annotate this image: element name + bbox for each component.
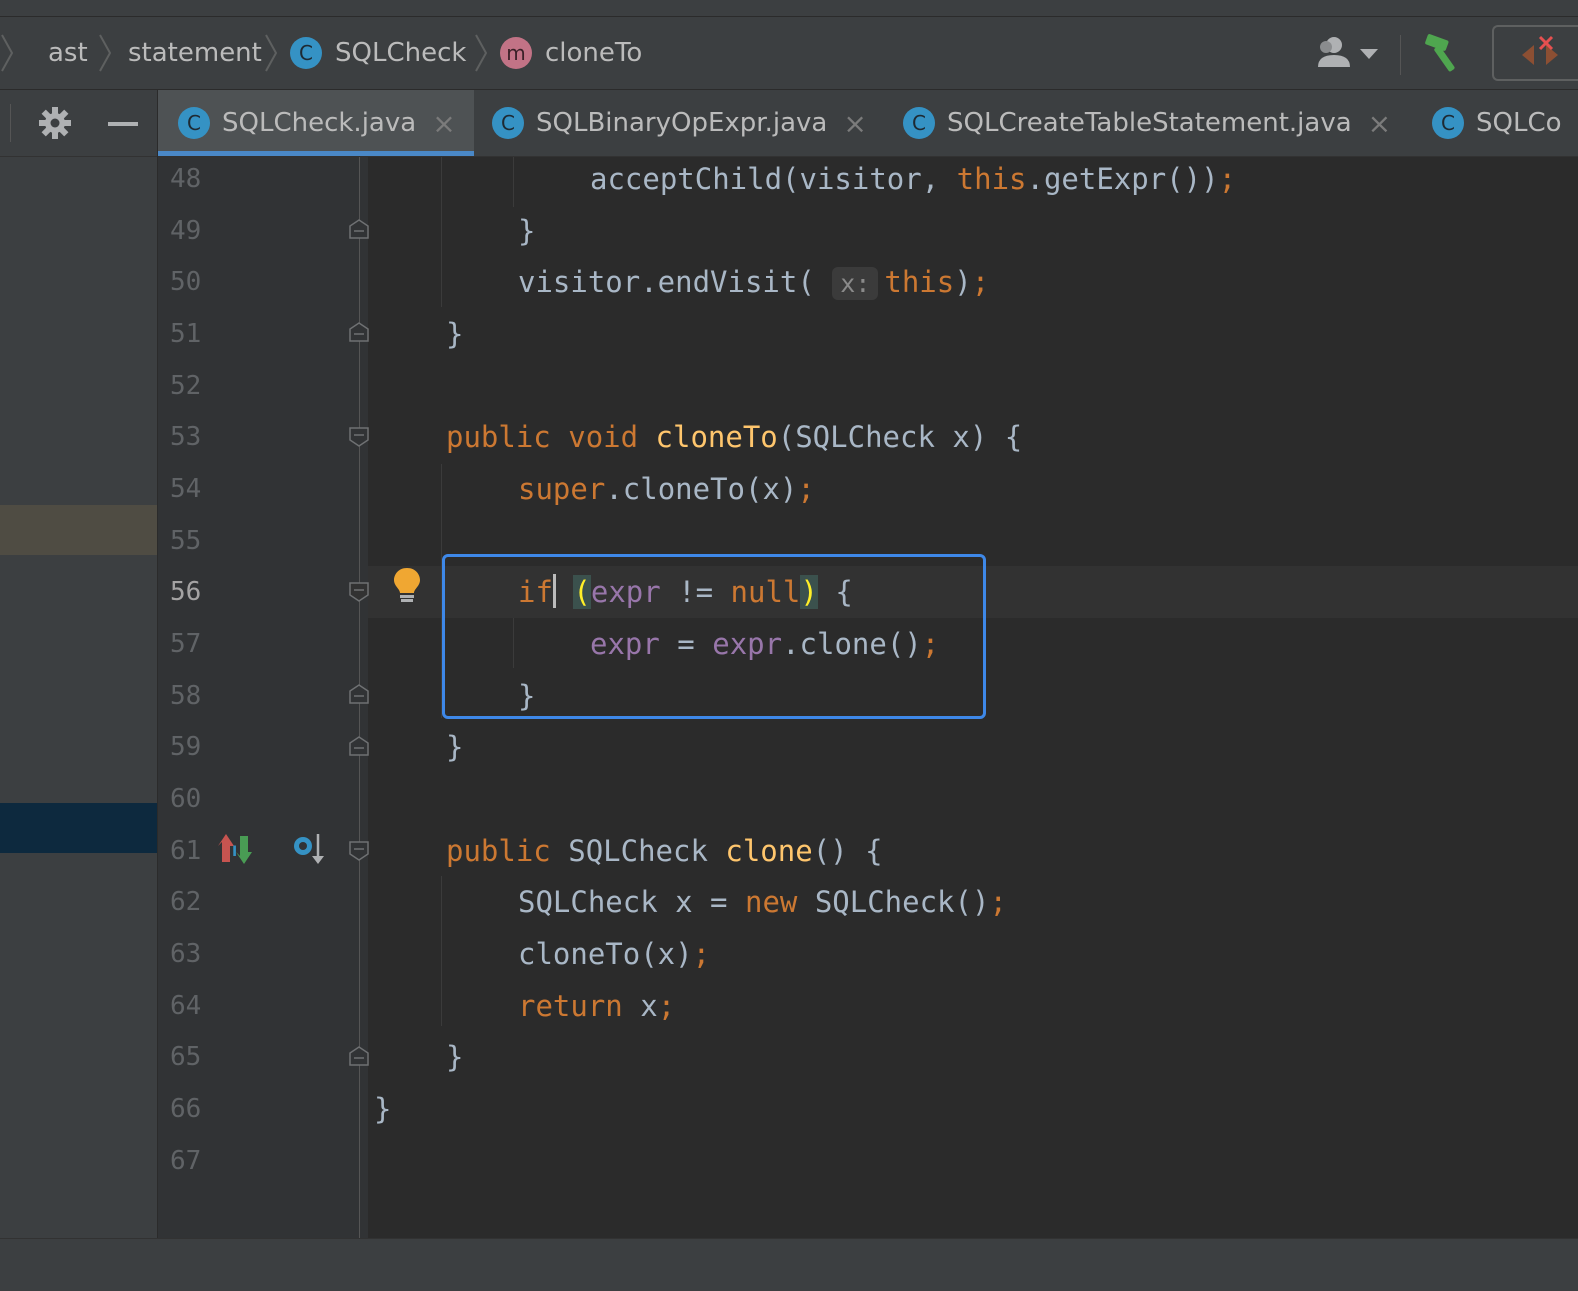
line-number: 62 [170,887,202,917]
breadcrumb-ast[interactable]: ast [48,17,88,89]
method-icon: m [500,37,532,69]
line-number: 65 [170,1042,202,1072]
run-configuration-box[interactable] [1492,25,1578,81]
code-line-50[interactable]: 50 visitor.endVisit( x: this); [158,256,1578,308]
breadcrumb-separator-icon [475,34,488,72]
close-icon[interactable]: × [843,107,866,140]
line-number: 55 [170,526,202,556]
tab-sqlco-partial[interactable]: C SQLCo [1432,90,1562,156]
tool-window-divider [10,104,11,142]
breadcrumb-label: statement [128,38,262,68]
tool-window-row-selected[interactable] [0,803,157,853]
line-number: 59 [170,732,202,762]
toolbar-divider [1400,35,1401,75]
breadcrumb-statement[interactable]: statement [128,17,262,89]
breadcrumb-cloneto[interactable]: m cloneTo [500,17,642,89]
tab-label: SQLCheck.java [222,108,417,138]
run-config-error-icon [1522,35,1558,65]
fold-end-icon[interactable] [348,1045,370,1067]
code-line-52[interactable]: 52 [158,360,1578,412]
editor-tab-bar: C SQLCheck.java × C SQLBinaryOpExpr.java… [158,90,1578,157]
gear-icon[interactable] [38,106,72,140]
class-icon: C [290,37,322,69]
code-line-49[interactable]: 49 } [158,205,1578,257]
code-line-59[interactable]: 59 } [158,721,1578,773]
tab-label: SQLCo [1476,108,1562,138]
line-number: 64 [170,991,202,1021]
line-number: 54 [170,474,202,504]
code-line-53[interactable]: 53 public void cloneTo(SQLCheck x) { [158,411,1578,463]
line-number: 61 [170,836,202,866]
close-icon[interactable]: × [432,107,455,140]
user-account-icon[interactable] [1314,35,1382,71]
breadcrumb-label: ast [48,38,88,68]
status-bar [0,1238,1578,1291]
breadcrumb-sqlcheck[interactable]: C SQLCheck [290,17,466,89]
highlighted-if-block [442,554,986,719]
window-top-edge [0,0,1578,17]
code-line-51[interactable]: 51 } [158,308,1578,360]
tab-label: SQLCreateTableStatement.java [947,108,1352,138]
lightbulb-icon[interactable] [392,566,422,604]
code-line-54[interactable]: 54 super.cloneTo(x); [158,463,1578,515]
line-number: 58 [170,681,202,711]
fold-end-icon[interactable] [348,218,370,240]
svg-text:I: I [232,844,237,860]
parameter-hint: x: [832,267,879,300]
line-number: 50 [170,267,202,297]
code-line-64[interactable]: 64 return x; [158,980,1578,1032]
code-line-63[interactable]: 63 cloneTo(x); [158,928,1578,980]
breadcrumb-label: cloneTo [545,38,643,68]
class-icon: C [178,107,210,139]
class-icon: C [1432,107,1464,139]
tab-sqlbinaryopexpr-java[interactable]: C SQLBinaryOpExpr.java × [492,90,867,156]
line-number: 56 [170,577,202,607]
close-icon[interactable]: × [1368,107,1391,140]
fold-start-icon[interactable] [348,426,370,448]
fold-end-icon[interactable] [348,735,370,757]
line-number: 49 [170,216,202,246]
class-icon: C [903,107,935,139]
class-icon: C [492,107,524,139]
line-number: 67 [170,1146,202,1176]
fold-start-icon[interactable] [348,840,370,862]
code-line-65[interactable]: 65 } [158,1031,1578,1083]
breadcrumb-label: SQLCheck [335,38,467,68]
line-number: 48 [170,164,202,194]
code-line-61[interactable]: 61 public SQLCheck clone() { [158,825,1578,877]
override-method-icon[interactable]: I [218,832,252,866]
breadcrumb-separator-icon [99,34,112,72]
code-line-67[interactable]: 67 [158,1135,1578,1187]
line-number: 52 [170,371,202,401]
minimize-icon[interactable] [108,122,138,126]
line-number: 60 [170,784,202,814]
build-hammer-icon[interactable] [1422,31,1466,75]
project-tool-window [0,90,157,1238]
fold-end-icon[interactable] [348,683,370,705]
fold-end-icon[interactable] [348,321,370,343]
tab-sqlcreatetablestatement-java[interactable]: C SQLCreateTableStatement.java × [903,90,1391,156]
line-number: 53 [170,422,202,452]
tool-window-row-highlight[interactable] [0,505,157,555]
tool-window-header [0,90,157,157]
code-line-60[interactable]: 60 [158,773,1578,825]
tab-sqlcheck-java[interactable]: C SQLCheck.java × [158,90,474,156]
code-line-66[interactable]: 66 } [158,1083,1578,1135]
line-number: 63 [170,939,202,969]
line-number: 57 [170,629,202,659]
code-line-62[interactable]: 62 SQLCheck x = new SQLCheck(); [158,876,1578,928]
fold-start-icon[interactable] [348,581,370,603]
tab-label: SQLBinaryOpExpr.java [536,108,828,138]
navigation-bar: ast statement C SQLCheck m cloneTo [0,17,1578,90]
breadcrumb-separator-icon [1,34,14,72]
line-number: 66 [170,1094,202,1124]
code-line-48[interactable]: 48 acceptChild(visitor, this.getExpr()); [158,153,1578,205]
implemented-method-icon[interactable] [292,832,326,866]
breadcrumb-separator-icon [265,34,278,72]
line-number: 51 [170,319,202,349]
